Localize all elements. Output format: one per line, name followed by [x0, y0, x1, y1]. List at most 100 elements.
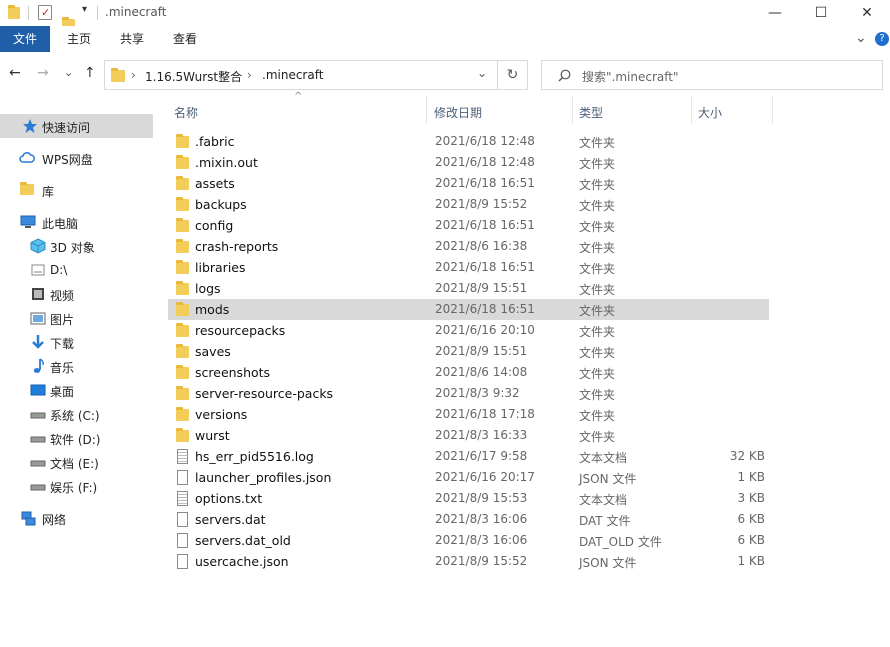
- tab-file[interactable]: 文件: [0, 26, 50, 52]
- drive-icon: [30, 412, 46, 419]
- file-row[interactable]: .mixin.out 2021/6/18 12:48 文件夹: [168, 152, 769, 173]
- file-row[interactable]: screenshots 2021/8/6 14:08 文件夹: [168, 362, 769, 383]
- divider: [28, 6, 29, 20]
- file-row[interactable]: .fabric 2021/6/18 12:48 文件夹: [168, 131, 769, 152]
- sidebar-item-desktop[interactable]: 桌面: [0, 378, 153, 402]
- sidebar-item-d-drive[interactable]: D:\: [0, 258, 153, 282]
- file-row[interactable]: resourcepacks 2021/6/16 20:10 文件夹: [168, 320, 769, 341]
- sidebar-item-3d-objects[interactable]: 3D 对象: [0, 234, 153, 258]
- breadcrumb-separator[interactable]: ›: [131, 68, 136, 82]
- sidebar-item-quick-access[interactable]: 快速访问: [0, 114, 153, 138]
- file-row[interactable]: server-resource-packs 2021/8/3 9:32 文件夹: [168, 383, 769, 404]
- column-name[interactable]: 名称: [174, 104, 198, 121]
- tab-home[interactable]: 主页: [55, 26, 103, 52]
- folder-icon: [176, 239, 189, 253]
- network-icon: [21, 511, 36, 526]
- file-type: 文本文档: [579, 493, 628, 507]
- address-bar[interactable]: › 1.16.5Wurst整合 › .minecraft ⌄: [104, 60, 498, 90]
- file-type: DAT_OLD 文件: [579, 535, 662, 549]
- file-date: 2021/8/9 15:51: [435, 344, 528, 358]
- file-type: 文件夹: [579, 220, 616, 234]
- file-name: usercache.json: [195, 554, 289, 569]
- recent-locations-icon[interactable]: ⌄: [64, 66, 73, 79]
- folder-icon[interactable]: [8, 5, 20, 19]
- file-row[interactable]: hs_err_pid5516.log 2021/6/17 9:58 文本文档 32 K…: [168, 446, 769, 467]
- tab-view[interactable]: 查看: [161, 26, 209, 52]
- folder-icon: [176, 344, 189, 358]
- sidebar-item-library[interactable]: 库: [0, 178, 153, 202]
- customize-quick-access-icon[interactable]: ▾: [82, 4, 87, 20]
- folder-icon: [176, 197, 189, 211]
- sidebar-item-pictures[interactable]: 图片: [0, 306, 153, 330]
- folder-icon: [176, 260, 189, 274]
- column-divider[interactable]: [572, 96, 573, 124]
- sidebar-item-label: 桌面: [50, 385, 75, 399]
- file-row[interactable]: libraries 2021/6/18 16:51 文件夹: [168, 257, 769, 278]
- column-divider[interactable]: [691, 96, 692, 124]
- file-type: 文件夹: [579, 199, 616, 213]
- file-row[interactable]: servers.dat_old 2021/8/3 16:06 DAT_OLD 文件 6…: [168, 530, 769, 551]
- file-date: 2021/6/18 16:51: [435, 218, 535, 232]
- file-row[interactable]: config 2021/6/18 16:51 文件夹: [168, 215, 769, 236]
- back-arrow-icon[interactable]: ←: [9, 65, 21, 81]
- file-name: hs_err_pid5516.log: [195, 449, 314, 464]
- window-title: .minecraft: [105, 5, 167, 19]
- maximize-button[interactable]: ☐: [798, 0, 844, 26]
- ribbon: 文件 主页 共享 查看 ⌄ ?: [0, 26, 890, 52]
- file-row[interactable]: mods 2021/6/18 16:51 文件夹: [168, 299, 769, 320]
- search-box[interactable]: 搜索".minecraft": [541, 60, 883, 90]
- music-icon: [33, 358, 44, 373]
- file-size: 6 KB: [737, 533, 765, 547]
- up-arrow-icon[interactable]: ↑: [84, 65, 96, 81]
- sidebar-item-label: 图片: [50, 313, 75, 327]
- column-divider[interactable]: [772, 96, 773, 124]
- file-row[interactable]: options.txt 2021/8/9 15:53 文本文档 3 KB: [168, 488, 769, 509]
- sidebar-item-this-pc[interactable]: 此电脑: [0, 210, 153, 234]
- sidebar-item-documents-drive[interactable]: 文档 (E:): [0, 450, 153, 474]
- sidebar-item-label: 库: [42, 185, 55, 199]
- file-row[interactable]: saves 2021/8/9 15:51 文件夹: [168, 341, 769, 362]
- refresh-button[interactable]: ↻: [498, 60, 528, 90]
- close-button[interactable]: ✕: [844, 0, 890, 26]
- minimize-button[interactable]: —: [752, 0, 798, 26]
- sidebar-item-entertainment-drive[interactable]: 娱乐 (F:): [0, 474, 153, 498]
- file-date: 2021/8/3 9:32: [435, 386, 520, 400]
- file-row[interactable]: backups 2021/8/9 15:52 文件夹: [168, 194, 769, 215]
- file-name: config: [195, 218, 234, 233]
- breadcrumb-current[interactable]: .minecraft: [262, 68, 323, 82]
- file-type: 文件夹: [579, 304, 616, 318]
- sidebar-item-network[interactable]: 网络: [0, 506, 153, 530]
- file-row[interactable]: launcher_profiles.json 2021/6/16 20:17 JSO…: [168, 467, 769, 488]
- file-row[interactable]: versions 2021/6/18 17:18 文件夹: [168, 404, 769, 425]
- sidebar-item-software-drive[interactable]: 软件 (D:): [0, 426, 153, 450]
- file-row[interactable]: crash-reports 2021/8/6 16:38 文件夹: [168, 236, 769, 257]
- file-row[interactable]: usercache.json 2021/8/9 15:52 JSON 文件 1 KB: [168, 551, 769, 572]
- column-type[interactable]: 类型: [579, 104, 603, 121]
- address-row: ← → ⌄ ↑ › 1.16.5Wurst整合 › .minecraft ⌄ ↻…: [0, 56, 890, 94]
- breadcrumb-parent[interactable]: 1.16.5Wurst整合: [145, 68, 242, 85]
- file-type: 文件夹: [579, 367, 616, 381]
- file-row[interactable]: servers.dat 2021/8/3 16:06 DAT 文件 6 KB: [168, 509, 769, 530]
- sidebar-item-c-drive[interactable]: 系统 (C:): [0, 402, 153, 426]
- file-name: backups: [195, 197, 247, 212]
- sidebar-item-wps-cloud[interactable]: WPS网盘: [0, 146, 153, 170]
- sidebar-item-music[interactable]: 音乐: [0, 354, 153, 378]
- file-date: 2021/6/18 16:51: [435, 302, 535, 316]
- drive-icon: [30, 436, 46, 443]
- file-row[interactable]: assets 2021/6/18 16:51 文件夹: [168, 173, 769, 194]
- file-row[interactable]: wurst 2021/8/3 16:33 文件夹: [168, 425, 769, 446]
- column-divider[interactable]: [426, 96, 427, 124]
- tab-share[interactable]: 共享: [108, 26, 156, 52]
- file-row[interactable]: logs 2021/8/9 15:51 文件夹: [168, 278, 769, 299]
- address-history-icon[interactable]: ⌄: [477, 66, 487, 80]
- sidebar-item-downloads[interactable]: 下载: [0, 330, 153, 354]
- collapse-ribbon-icon[interactable]: ⌄: [855, 30, 867, 46]
- forward-arrow-icon[interactable]: →: [37, 65, 49, 81]
- breadcrumb-separator[interactable]: ›: [247, 68, 252, 82]
- sidebar-item-videos[interactable]: 视频: [0, 282, 153, 306]
- help-icon[interactable]: ?: [875, 32, 889, 46]
- properties-icon[interactable]: ✓: [38, 5, 52, 20]
- column-size[interactable]: 大小: [698, 104, 722, 121]
- column-date[interactable]: 修改日期: [434, 104, 482, 121]
- video-icon: [32, 288, 44, 300]
